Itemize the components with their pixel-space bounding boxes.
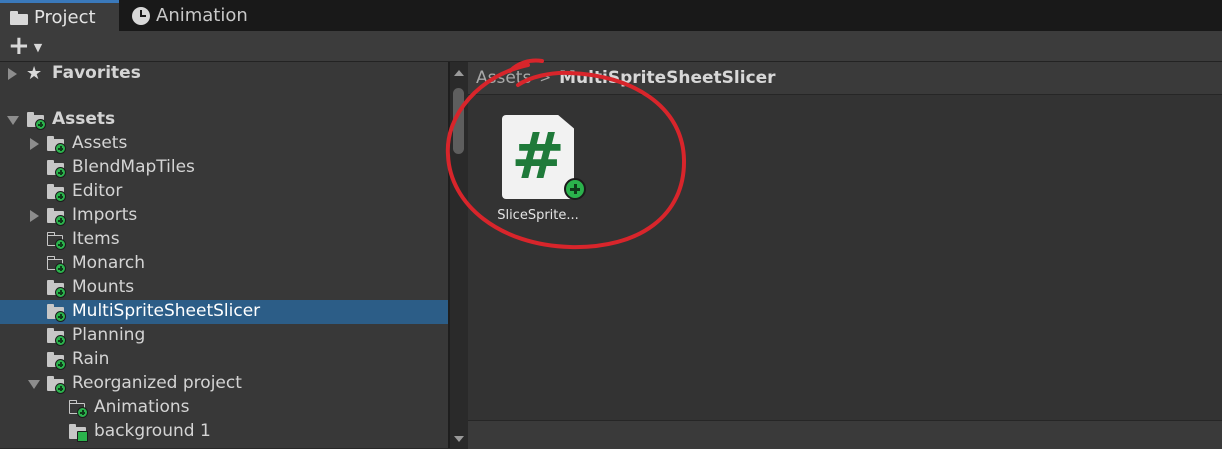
tree-scrollbar[interactable] <box>450 62 468 448</box>
plus-icon: + <box>8 31 30 61</box>
tree-item-blendmaptiles[interactable]: BlendMapTiles <box>0 156 448 180</box>
empty-folder-icon <box>69 400 88 418</box>
folder-icon <box>47 328 66 346</box>
expand-arrow-icon[interactable] <box>30 138 39 150</box>
folder-icon <box>47 160 66 178</box>
tree-item-label: Mounts <box>72 277 135 297</box>
expand-arrow-icon[interactable] <box>8 68 17 80</box>
folder-icon <box>69 424 88 442</box>
create-asset-button[interactable]: + ▼ <box>8 31 48 61</box>
window-tab-bar: Project Animation <box>0 0 1222 31</box>
asset-label: SliceSprite... <box>497 208 579 223</box>
folder-icon <box>47 184 66 202</box>
collapse-arrow-icon[interactable] <box>28 380 40 389</box>
folder-icon <box>47 304 66 322</box>
folder-content-panel: Assets > MultiSpriteSheetSlicer # SliceS… <box>468 62 1222 449</box>
scroll-up-arrow-icon[interactable] <box>454 70 464 76</box>
tree-item-editor[interactable]: Editor <box>0 180 448 204</box>
add-badge-icon <box>564 178 586 200</box>
empty-folder-icon <box>47 256 66 274</box>
asset-slicesprite-script[interactable]: # SliceSprite... <box>492 112 592 232</box>
tab-project[interactable]: Project <box>0 0 119 31</box>
tree-item-background-1[interactable]: background 1 <box>0 420 448 444</box>
tree-item-multispritesheetslicer[interactable]: MultiSpriteSheetSlicer <box>0 300 448 324</box>
folder-icon <box>27 112 46 130</box>
tree-item-label: BlendMapTiles <box>72 157 195 177</box>
tree-item-rain[interactable]: Rain <box>0 348 448 372</box>
tree-item-label: Animations <box>94 397 190 417</box>
project-folder-tree: ★ Favorites Assets Assets BlendMapTiles … <box>0 62 448 448</box>
tree-item-label: background 1 <box>94 421 211 441</box>
tree-item-label: Items <box>72 229 120 249</box>
folder-icon <box>47 208 66 226</box>
chevron-right-icon: > <box>539 70 552 86</box>
scroll-down-arrow-icon[interactable] <box>454 436 464 442</box>
star-icon: ★ <box>26 63 43 84</box>
tree-item-label: MultiSpriteSheetSlicer <box>72 301 261 321</box>
empty-folder-icon <box>47 232 66 250</box>
scrollbar-thumb[interactable] <box>453 88 464 154</box>
tree-item-label: Assets <box>52 109 116 129</box>
tree-item-label: Favorites <box>52 63 141 83</box>
folder-icon <box>47 376 66 394</box>
breadcrumb: Assets > MultiSpriteSheetSlicer <box>468 62 1222 95</box>
tree-item-label: Planning <box>72 325 146 345</box>
tree-item-label: Reorganized project <box>72 373 242 393</box>
content-footer-bar <box>468 420 1222 449</box>
tree-item-imports[interactable]: Imports <box>0 204 448 228</box>
tree-item-animations[interactable]: Animations <box>0 396 448 420</box>
tree-item-reorganized-project[interactable]: Reorganized project <box>0 372 448 396</box>
caret-down-icon: ▼ <box>33 40 43 54</box>
tree-item-favorites[interactable]: ★ Favorites <box>0 62 448 86</box>
tree-item-assets[interactable]: Assets <box>0 132 448 156</box>
folder-icon <box>47 352 66 370</box>
tree-item-label: Editor <box>72 181 123 201</box>
tree-item-mounts[interactable]: Mounts <box>0 276 448 300</box>
breadcrumb-current[interactable]: MultiSpriteSheetSlicer <box>559 68 776 88</box>
expand-arrow-icon[interactable] <box>30 210 39 222</box>
folder-icon <box>47 280 66 298</box>
tree-item-label: Assets <box>72 133 128 153</box>
tree-item-label: Rain <box>72 349 110 369</box>
project-toolbar: + ▼ <box>0 31 1222 62</box>
collapse-arrow-icon[interactable] <box>7 116 19 125</box>
tab-project-label: Project <box>34 6 96 28</box>
folder-icon <box>47 136 66 154</box>
breadcrumb-assets[interactable]: Assets <box>476 68 531 88</box>
tab-animation[interactable]: Animation <box>130 0 272 31</box>
folder-icon <box>10 11 28 25</box>
tree-item-assets-root[interactable]: Assets <box>0 108 448 132</box>
tree-item-items[interactable]: Items <box>0 228 448 252</box>
tree-item-planning[interactable]: Planning <box>0 324 448 348</box>
tab-animation-label: Animation <box>156 5 248 26</box>
tree-item-monarch[interactable]: Monarch <box>0 252 448 276</box>
tree-item-label: Imports <box>72 205 138 225</box>
clock-icon <box>132 6 150 25</box>
tree-item-label: Monarch <box>72 253 145 273</box>
